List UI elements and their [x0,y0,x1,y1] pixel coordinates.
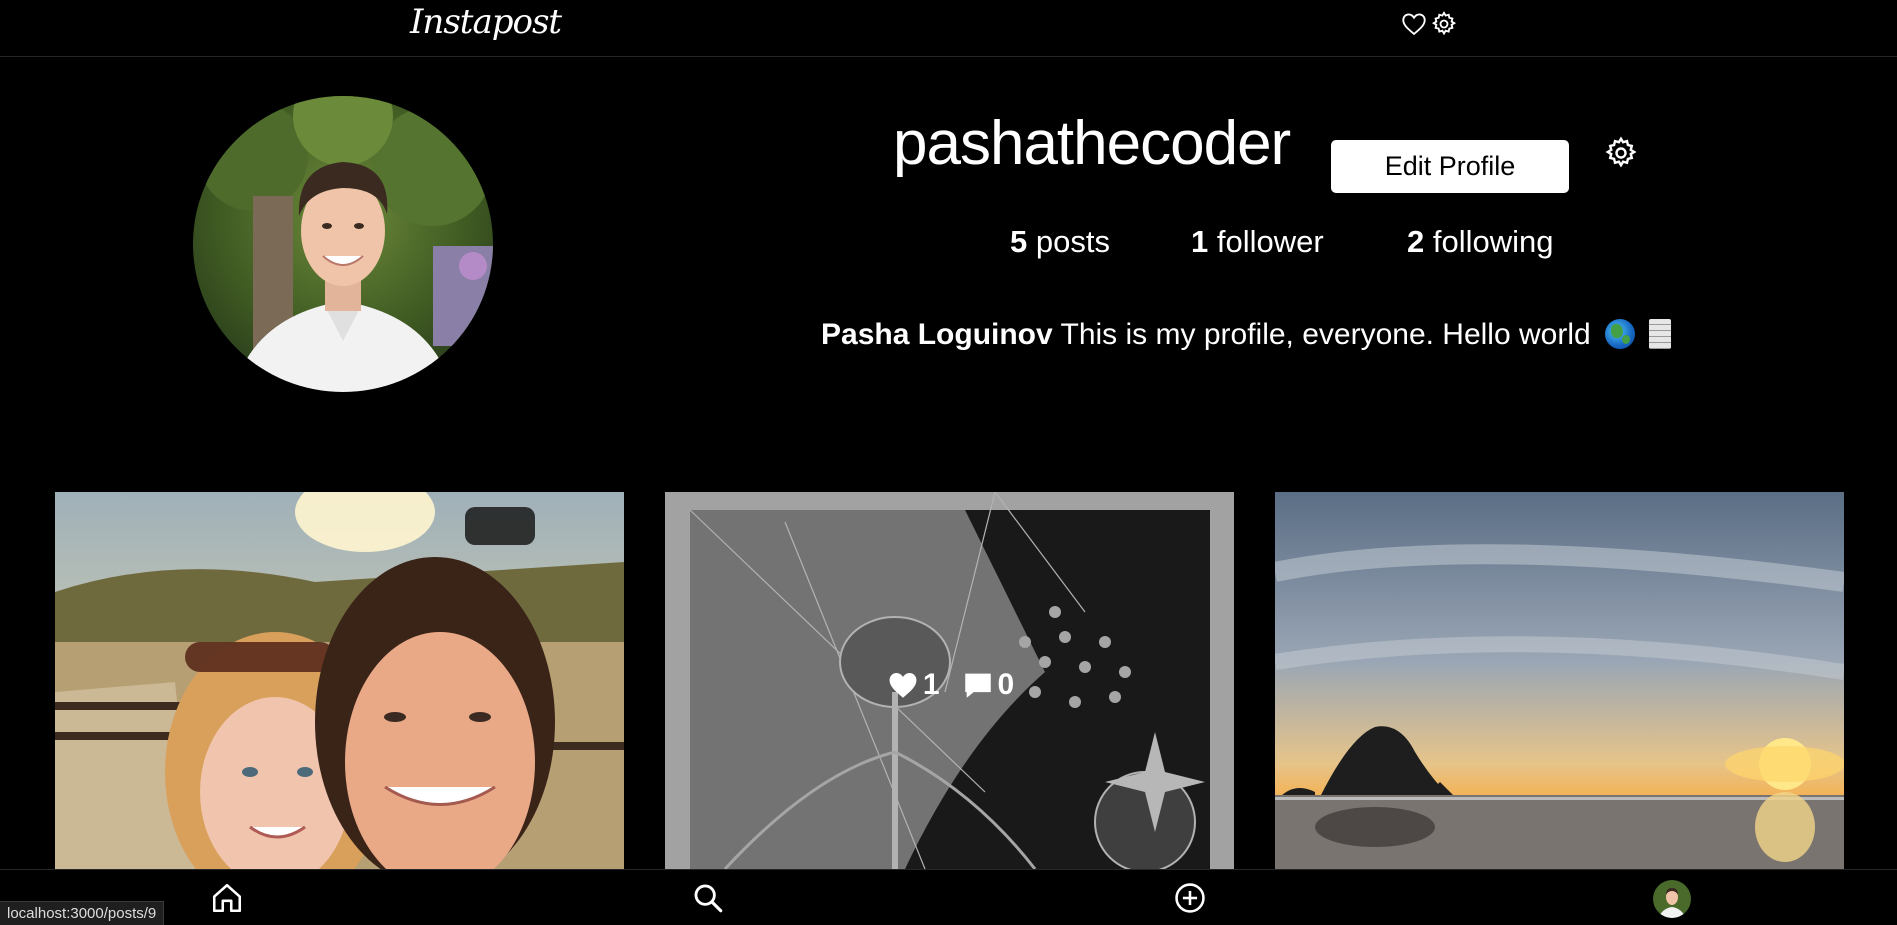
top-icons [1400,10,1458,38]
home-icon[interactable] [210,881,244,915]
heart-icon[interactable] [1400,10,1428,38]
post-image-selfie [55,492,624,869]
edit-profile-button[interactable]: Edit Profile [1331,140,1569,193]
post-comments: 0 [960,667,1015,702]
post-thumbnail[interactable] [55,492,624,869]
heart-filled-icon [889,672,917,698]
settings-gear-icon[interactable] [1603,135,1639,171]
profile-full-name: Pasha Loguinov [821,318,1053,351]
post-likes: 1 [885,668,940,702]
post-thumbnail-hovered[interactable]: 1 0 [665,492,1234,869]
posts-count: 5 [1010,224,1028,259]
profile-username: pashathecoder [893,109,1291,178]
bottom-navbar [0,869,1897,924]
following-label: following [1432,224,1554,259]
profile-avatar-large[interactable] [193,96,493,392]
following-count: 2 [1407,224,1425,259]
search-icon[interactable] [691,881,725,915]
followers-label: follower [1216,224,1324,259]
profile-avatar[interactable] [1653,880,1691,918]
profile-bio: Pasha Loguinov This is my profile, every… [821,318,1671,352]
comment-filled-icon [964,673,991,698]
browser-status-url: localhost:3000/posts/9 [0,901,165,925]
scroll-emoji-icon [1648,319,1671,349]
post-hover-overlay: 1 0 [665,492,1234,869]
top-navbar: Instapost [0,0,1897,57]
followers-stat[interactable]: 1 follower [1191,224,1324,260]
post-comments-count: 0 [997,667,1015,701]
gear-icon[interactable] [1430,10,1458,38]
add-post-icon[interactable] [1173,881,1207,915]
posts-count-stat: 5 posts [1010,224,1110,260]
bio-text: This is my profile, everyone. Hello worl… [1060,318,1591,351]
post-image-sunset [1275,492,1844,869]
profile-photo [193,96,493,392]
app-logo[interactable]: Instapost [410,2,562,42]
following-stat[interactable]: 2 following [1407,224,1554,260]
followers-count: 1 [1191,224,1209,259]
post-likes-count: 1 [922,667,940,701]
profile-avatar-photo [1653,880,1691,918]
post-thumbnail[interactable] [1275,492,1844,869]
posts-label: posts [1035,224,1110,259]
globe-emoji-icon [1604,319,1635,349]
